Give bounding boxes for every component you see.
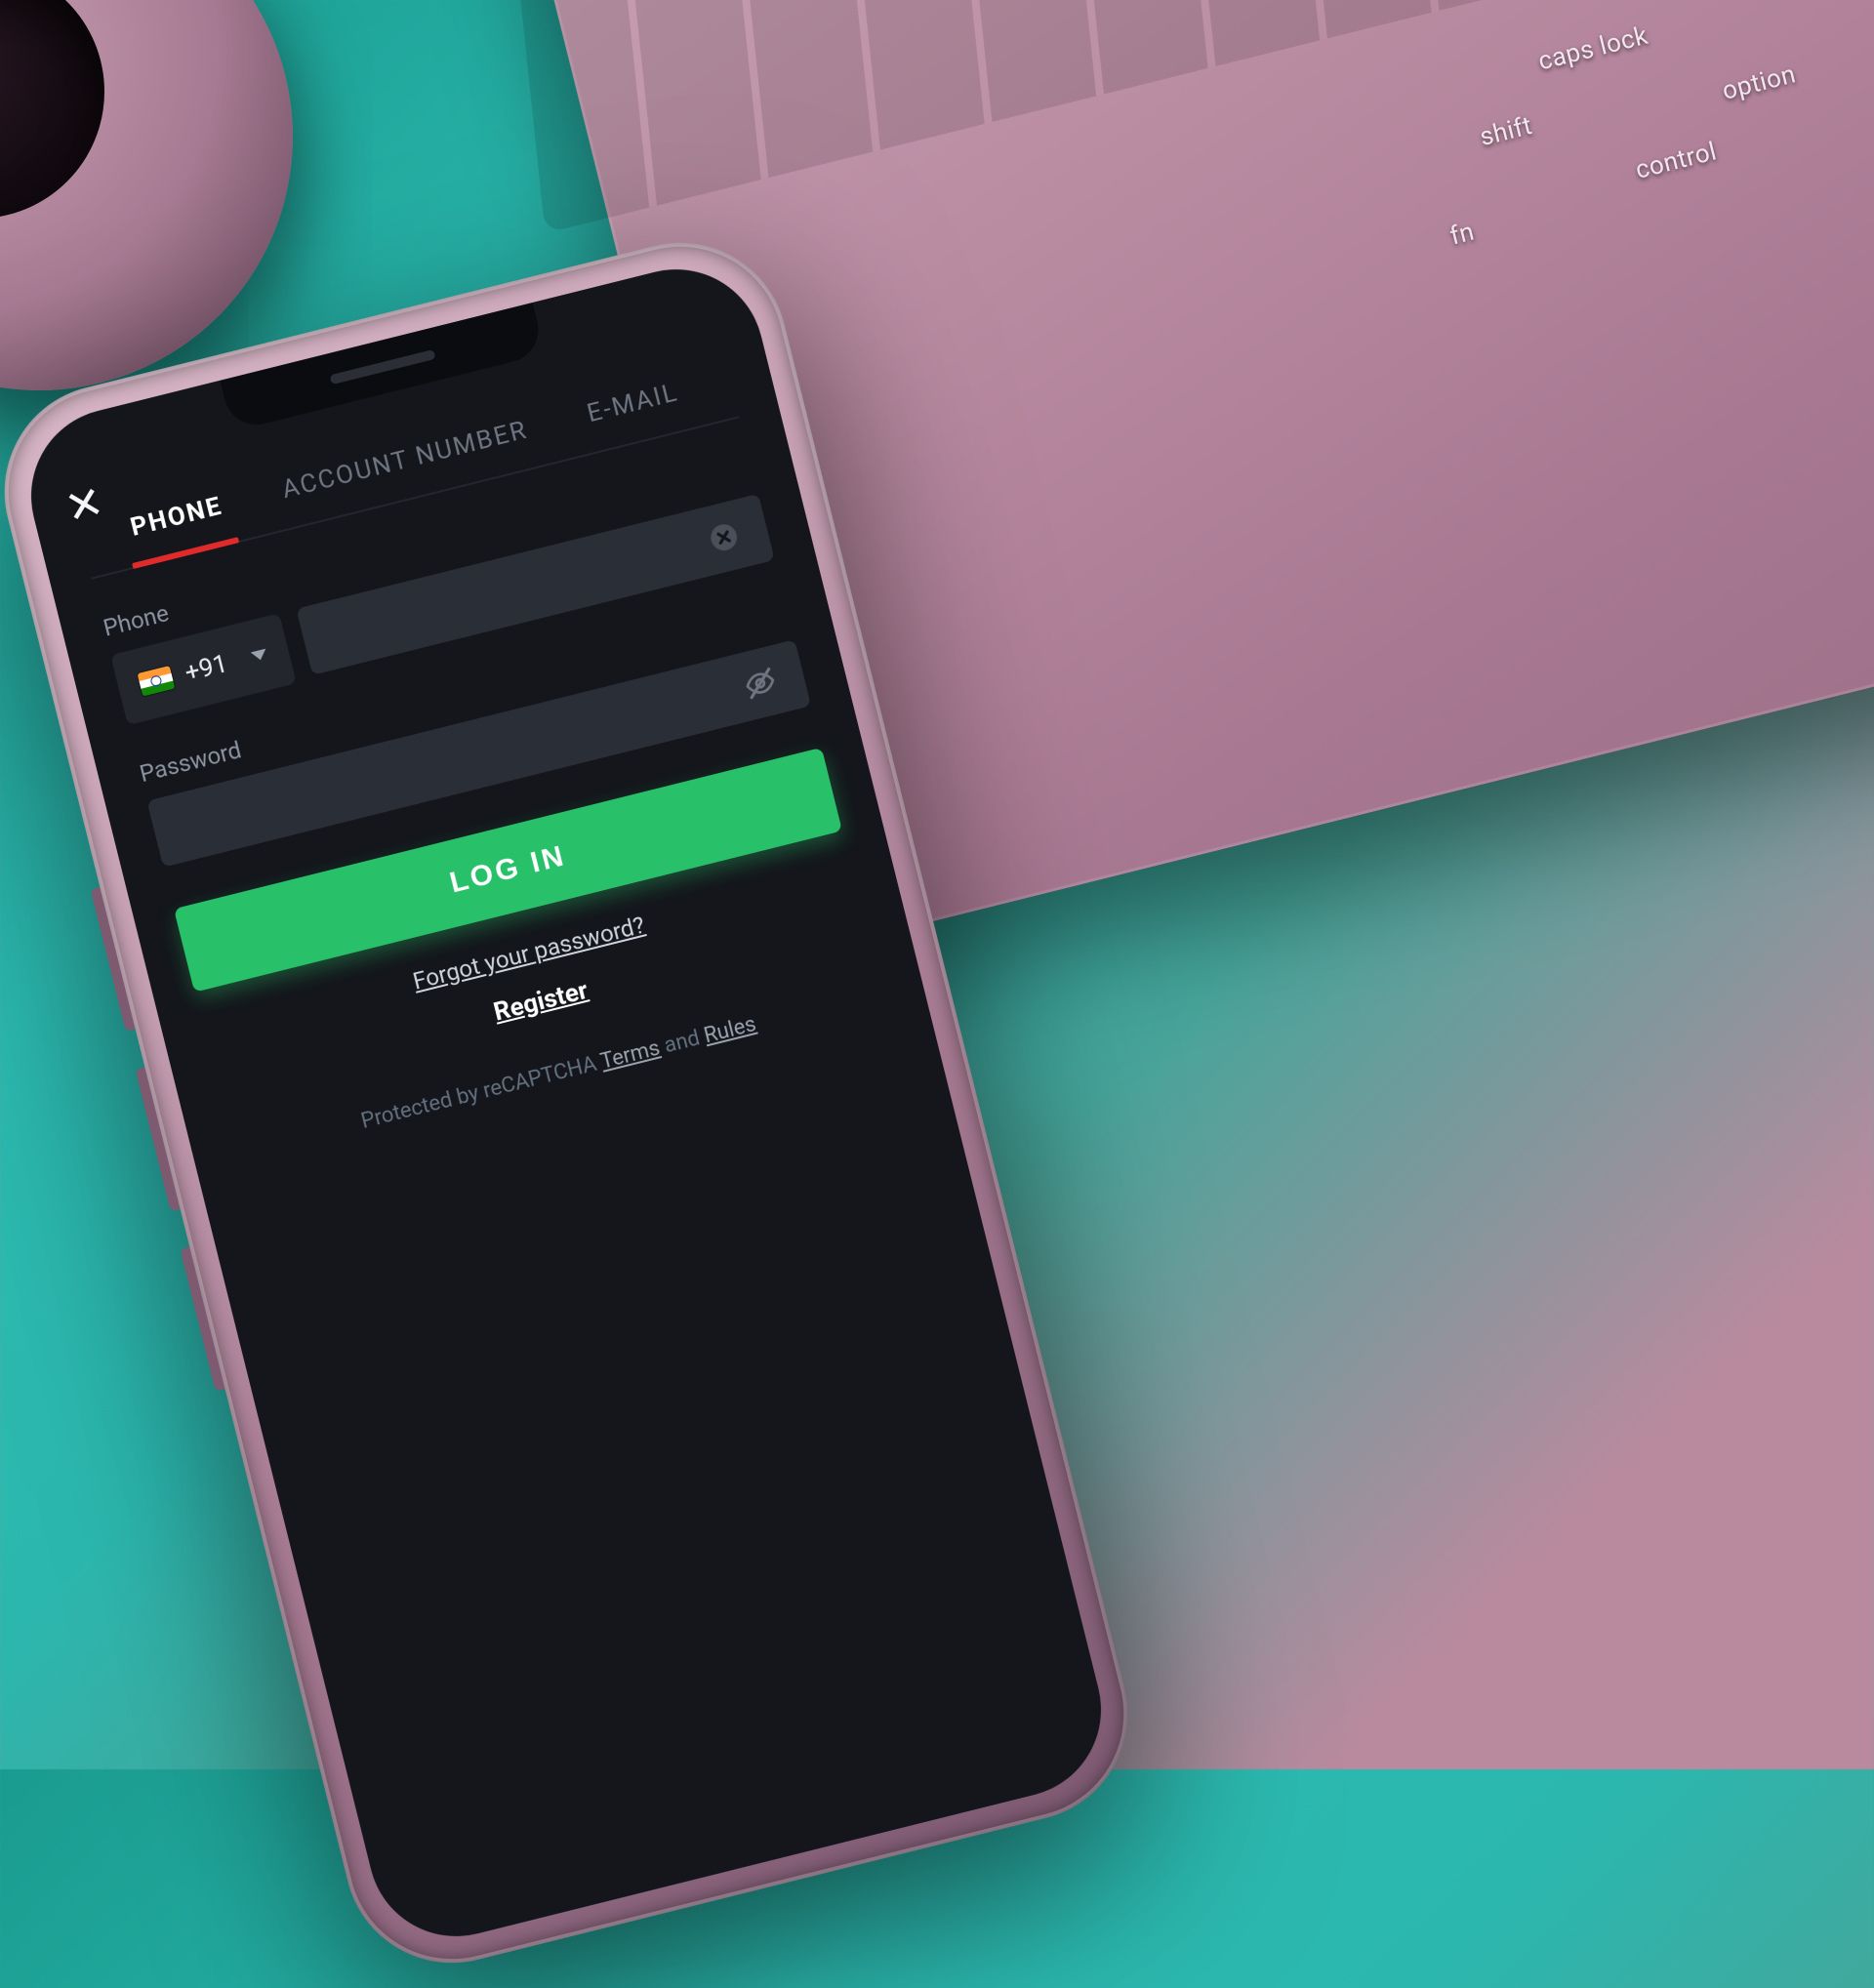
login-screen: ✕ PHONE ACCOUNT NUMBER E-MAIL Phone [13, 251, 925, 1175]
tab-phone[interactable]: PHONE [119, 469, 235, 566]
legal-and: and [657, 1025, 708, 1060]
register-link[interactable]: Register [491, 976, 591, 1028]
tab-email[interactable]: E-MAIL [575, 356, 690, 453]
legal-prefix: Protected by reCAPTCHA [358, 1050, 603, 1133]
rules-link[interactable]: Rules [702, 1012, 759, 1048]
scene: caps lock option shift control fn ✕ PHON… [0, 0, 1874, 1769]
country-code-text: +91 [182, 649, 230, 688]
tab-account-number[interactable]: ACCOUNT NUMBER [270, 393, 541, 528]
eye-off-icon [742, 665, 780, 703]
clear-icon [705, 518, 743, 556]
india-flag-icon [138, 666, 176, 697]
terms-link[interactable]: Terms [598, 1036, 663, 1075]
chevron-down-icon [251, 649, 268, 663]
